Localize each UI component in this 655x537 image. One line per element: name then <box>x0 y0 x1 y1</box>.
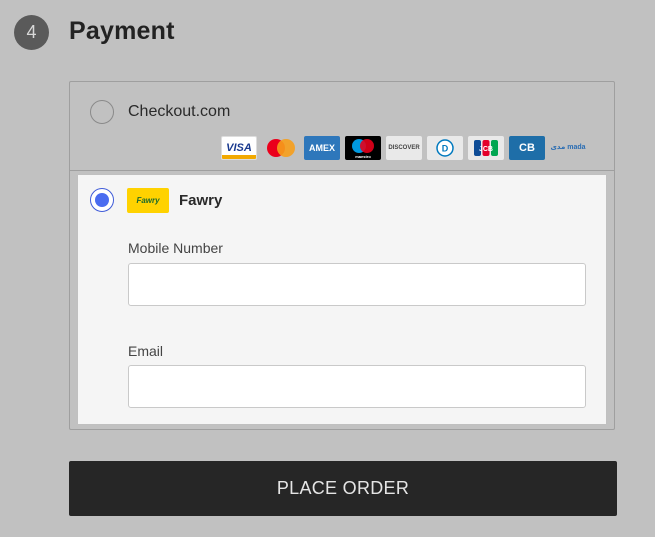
radio-checkout-com[interactable] <box>90 100 114 124</box>
jcb-icon: JCB <box>468 136 504 160</box>
place-order-button[interactable]: PLACE ORDER <box>69 461 617 516</box>
step-number-badge: 4 <box>14 15 49 50</box>
fawry-option-panel: Fawry Fawry Mobile Number Email <box>78 175 606 424</box>
svg-text:D: D <box>442 144 449 154</box>
email-label: Email <box>128 343 164 359</box>
payment-methods-panel: Checkout.com VISA AMEX maestro DISCOVER … <box>69 81 615 430</box>
fawry-logo: Fawry <box>127 188 169 213</box>
payment-option-label-fawry: Fawry <box>179 192 223 209</box>
email-input[interactable] <box>128 365 586 408</box>
amex-icon: AMEX <box>304 136 340 160</box>
option-divider <box>70 170 614 171</box>
page-title: Payment <box>69 17 175 45</box>
cartes-bancaires-icon: CB <box>509 136 545 160</box>
maestro-icon: maestro <box>345 136 381 160</box>
mada-icon: مدى mada <box>550 144 586 151</box>
radio-fawry[interactable] <box>90 188 114 212</box>
mastercard-icon <box>263 136 299 160</box>
visa-icon: VISA <box>221 136 257 160</box>
payment-option-label-checkout-com: Checkout.com <box>128 103 231 120</box>
mobile-number-label: Mobile Number <box>128 240 223 256</box>
discover-icon: DISCOVER <box>386 136 422 160</box>
diners-club-icon: D <box>427 136 463 160</box>
mobile-number-input[interactable] <box>128 263 586 306</box>
svg-text:JCB: JCB <box>479 146 493 153</box>
svg-text:maestro: maestro <box>355 154 371 159</box>
